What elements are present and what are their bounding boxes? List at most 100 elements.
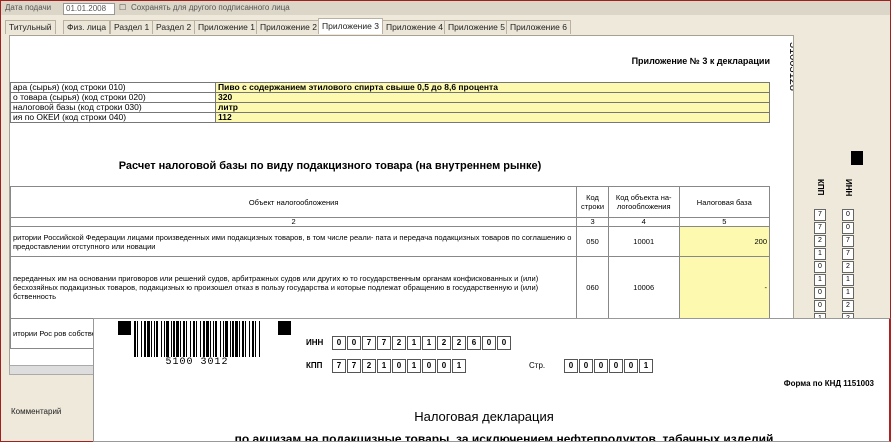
tax-base-field[interactable]: - (678, 256, 771, 319)
barcode-bar (220, 321, 221, 357)
digit-cell[interactable]: 2 (392, 336, 406, 350)
digit-cell[interactable]: 0 (624, 359, 638, 373)
barcode-bar (232, 321, 234, 357)
digit-cell[interactable]: 0 (497, 336, 511, 350)
barcode-bar (137, 321, 138, 357)
submit-date-field[interactable]: 01.01.2008 (63, 3, 115, 15)
digit-cell[interactable]: 1 (639, 359, 653, 373)
digit-cell: 1 (842, 274, 854, 286)
digit-cell[interactable]: 0 (347, 336, 361, 350)
barcode-bar (193, 321, 195, 357)
digit-cell[interactable]: 1 (407, 359, 421, 373)
digit-cell[interactable]: 7 (362, 336, 376, 350)
barcode-bar (245, 321, 246, 357)
digit-cell[interactable]: 1 (452, 359, 466, 373)
tab-6[interactable]: Приложение 2 (256, 20, 321, 34)
col-number: 5 (678, 217, 771, 227)
col-object: Объект налогообложения (10, 186, 578, 218)
digit-cell[interactable]: 1 (407, 336, 421, 350)
top-toolbar: Дата подачи 01.01.2008 ☐ Сохранять для д… (1, 1, 890, 15)
side-kpp-label: КПП (816, 179, 825, 196)
info-row: о товара (сырья) (код строки 020) 320 (10, 92, 770, 103)
digit-cell: 1 (814, 248, 826, 260)
tax-base-field[interactable]: 200 (678, 226, 771, 257)
info-row: ара (сырья) (код строки 010) Пиво с содер… (10, 82, 770, 93)
tab-1[interactable]: Титульный (5, 20, 56, 34)
digit-cell[interactable]: 0 (594, 359, 608, 373)
barcode-bar (255, 321, 256, 357)
digit-cell: 7 (842, 235, 854, 247)
digit-cell[interactable]: 0 (332, 336, 346, 350)
digit-cell[interactable]: 2 (362, 359, 376, 373)
alignment-marker (118, 321, 131, 335)
barcode-bar (144, 321, 146, 357)
col-tax-base: Налоговая база (678, 186, 771, 218)
horizontal-scrollbar[interactable] (9, 365, 101, 375)
digit-cell[interactable]: 0 (437, 359, 451, 373)
digit-cell: 0 (842, 209, 854, 221)
barcode-bar (239, 321, 240, 357)
digit-cell: 0 (814, 300, 826, 312)
tab-3[interactable]: Раздел 1 (110, 20, 154, 34)
col-number: 2 (10, 217, 578, 227)
tab-9[interactable]: Приложение 5 (444, 20, 509, 34)
barcode-bar (249, 321, 250, 357)
digit-cell[interactable]: 0 (609, 359, 623, 373)
digit-cell[interactable]: 0 (579, 359, 593, 373)
digit-cell[interactable]: 2 (452, 336, 466, 350)
digit-cell: 1 (814, 274, 826, 286)
barcode-bar (147, 321, 150, 357)
barcode-bar (183, 321, 185, 357)
digit-cell: 2 (842, 261, 854, 273)
info-value-field[interactable]: литр (215, 102, 770, 113)
col-number: 4 (607, 217, 680, 227)
info-value-field[interactable]: 112 (215, 112, 770, 123)
digit-cell[interactable]: 2 (437, 336, 451, 350)
barcode-bar (196, 321, 197, 357)
digit-cell[interactable]: 7 (332, 359, 346, 373)
object-cell: ритории Российской Федерации лицами прои… (10, 226, 578, 257)
digit-cell[interactable]: 7 (347, 359, 361, 373)
digit-cell[interactable]: 1 (377, 359, 391, 373)
tab-7[interactable]: Приложение 3 (318, 18, 383, 34)
code-cell: 050 (576, 226, 609, 257)
col-number: 3 (576, 217, 609, 227)
col-object-code: Код объекта на- логообложения (607, 186, 680, 218)
tab-8[interactable]: Приложение 4 (382, 20, 447, 34)
declaration-title: Налоговая декларация (414, 409, 554, 424)
barcode-bar (206, 321, 209, 357)
barcode-bar (180, 321, 181, 357)
digit-cell: 2 (842, 300, 854, 312)
digit-cell[interactable]: 7 (377, 336, 391, 350)
section-tabs: Титульный Физ. лица Раздел 1 Раздел 2 Прилож… (1, 17, 890, 35)
digit-cell[interactable]: 0 (482, 336, 496, 350)
barcode-bar (230, 321, 231, 357)
barcode-bar (242, 321, 244, 357)
digit-cell[interactable]: 6 (467, 336, 481, 350)
vertical-barcode: 51003128 (787, 42, 793, 91)
table-row: ритории Российской Федерации лицами прои… (10, 226, 771, 257)
digit-cell[interactable]: 0 (422, 359, 436, 373)
object-cell: переданных им на основании приговоров ил… (10, 256, 578, 319)
comment-tab[interactable]: Комментарий (11, 407, 61, 416)
barcode-bar (190, 321, 191, 357)
tab-4[interactable]: Раздел 2 (152, 20, 196, 34)
alignment-marker (278, 321, 291, 335)
page-label: Стр. (529, 361, 546, 370)
digit-cell[interactable]: 0 (564, 359, 578, 373)
digit-cell: 0 (842, 222, 854, 234)
tab-2[interactable]: Физ. лица (63, 20, 111, 34)
barcode-bar (161, 321, 162, 357)
info-value-field[interactable]: 320 (215, 92, 770, 103)
info-value-field[interactable]: Пиво с содержанием этилового спирта свыш… (215, 82, 770, 93)
barcode-bar (171, 321, 172, 357)
digit-cell: 7 (814, 209, 826, 221)
digit-cell: 7 (842, 248, 854, 260)
info-row: налоговой базы (код строки 030) литр (10, 102, 770, 113)
digit-cell[interactable]: 1 (422, 336, 436, 350)
digit-cell[interactable]: 0 (392, 359, 406, 373)
tab-5[interactable]: Приложение 1 (194, 20, 259, 34)
tab-10[interactable]: Приложение 6 (506, 20, 571, 34)
barcode-bar (223, 321, 224, 357)
save-signer-checkbox[interactable]: ☐ (119, 1, 126, 15)
